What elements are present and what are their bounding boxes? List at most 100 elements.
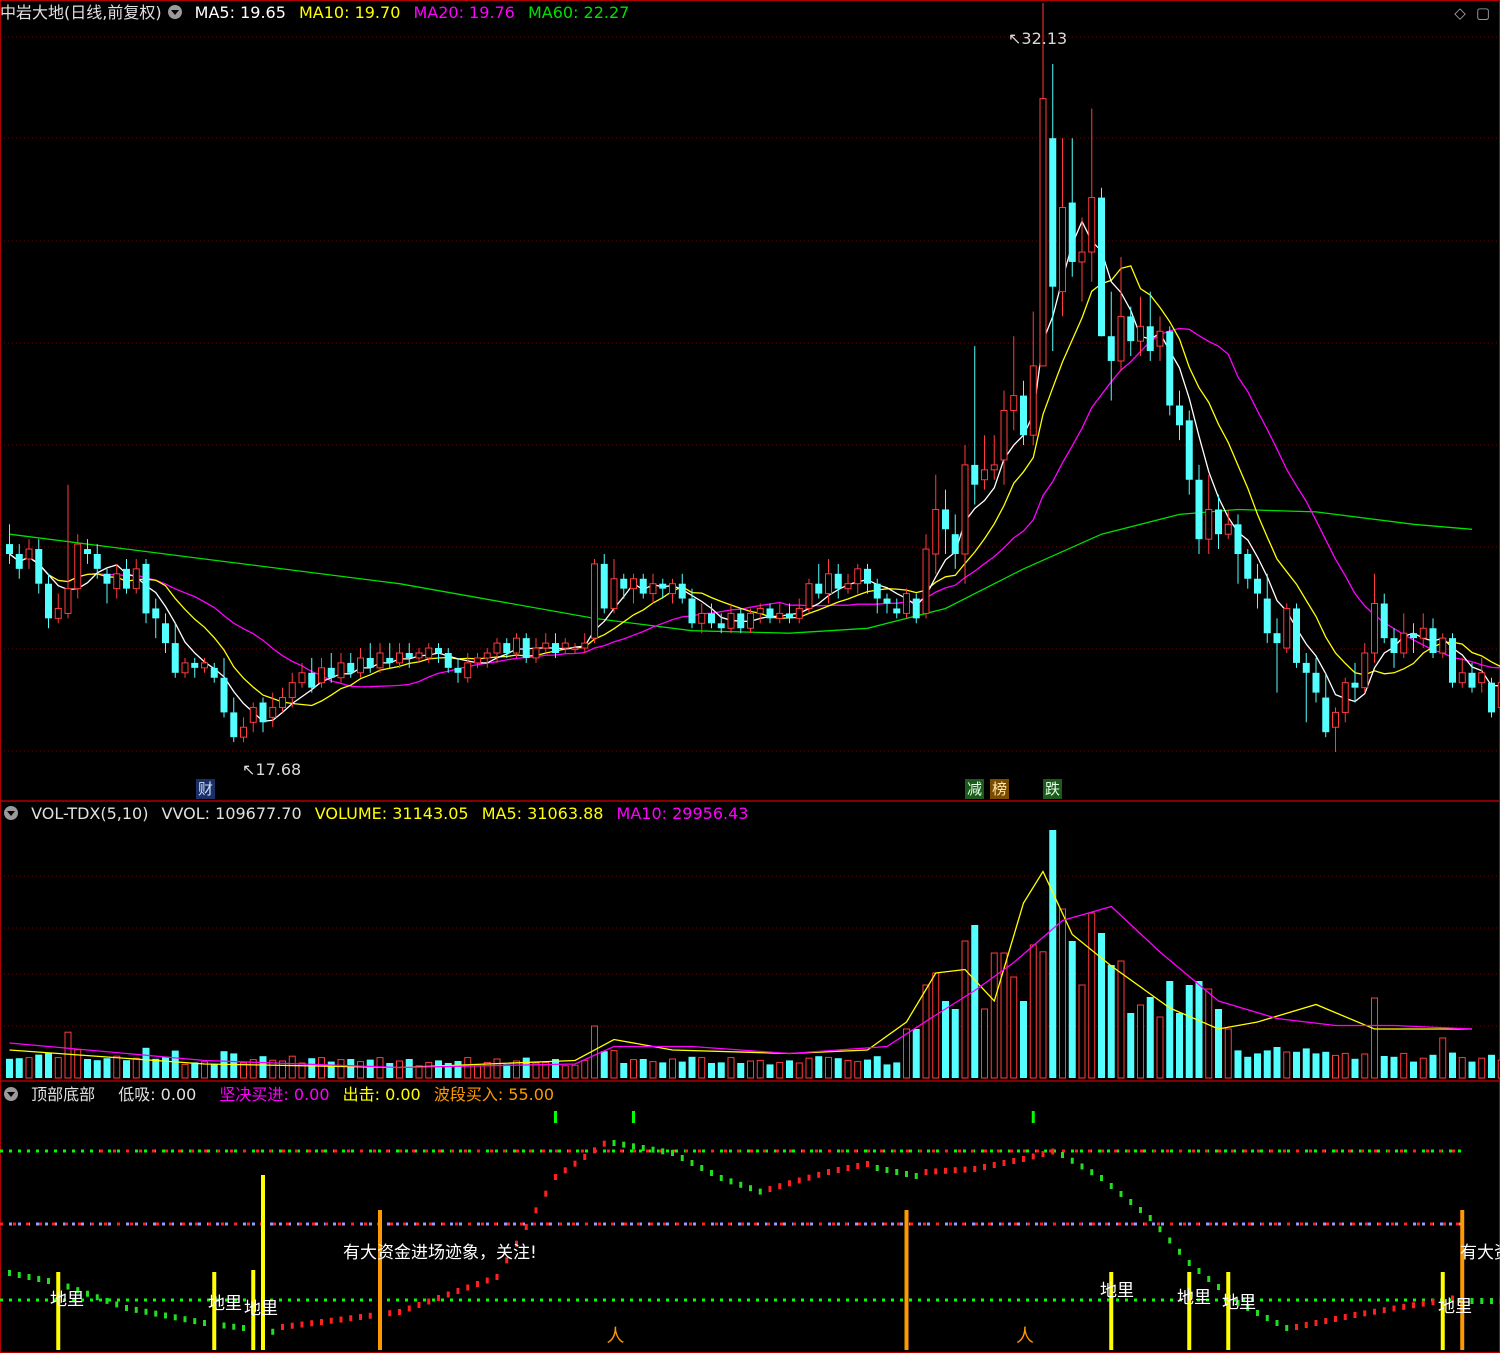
volume-bar-up: [1010, 976, 1018, 1079]
candle-body-down: [6, 544, 13, 554]
volume-bar-down: [123, 1060, 130, 1078]
candle-body-up: [1137, 325, 1144, 342]
volume-bar-down: [1166, 981, 1174, 1078]
volume-bar-down: [1351, 1058, 1359, 1078]
candle-body-down: [123, 568, 130, 589]
volume-bar-up: [337, 1059, 345, 1079]
stock-chart[interactable]: 人人: [0, 0, 1500, 1353]
volume-bar-up: [1059, 908, 1066, 1079]
candle-body-down: [1244, 554, 1252, 579]
tag-jian[interactable]: 减: [965, 779, 985, 799]
candle-body-up: [483, 652, 491, 659]
dropdown-icon[interactable]: [4, 806, 18, 820]
volume-bar-down: [454, 1061, 462, 1078]
volume-bar-up: [1078, 984, 1086, 1079]
candle-body-down: [951, 534, 959, 554]
volume-bar-down: [708, 1063, 715, 1078]
chuji-label: 出击: 0.00: [342, 1085, 421, 1104]
volume-ma5-line: [9, 870, 1472, 1069]
runner-icon: 人: [607, 1326, 625, 1347]
vol-name[interactable]: VOL-TDX(5,10): [31, 804, 148, 823]
vol-ma10-label: MA10: 29956.43: [616, 804, 749, 823]
ma60-label: MA60: 22.27: [527, 3, 630, 22]
volume-bar-down: [405, 1059, 413, 1078]
candle-body-down: [45, 583, 52, 619]
runner-icon: 人: [1016, 1326, 1034, 1347]
volume-bar-up: [425, 1061, 433, 1079]
candle-body-down: [1127, 316, 1135, 342]
candle-body-up: [756, 607, 764, 614]
volume-bar-down: [893, 1062, 901, 1078]
candle-body-up: [464, 662, 472, 679]
candle-body-down: [766, 608, 774, 619]
volume-bar-down: [1068, 941, 1076, 1078]
candle-body-up: [1059, 207, 1066, 293]
volume-bar-down: [103, 1058, 111, 1078]
candle-body-up: [240, 726, 247, 738]
candle-body-up: [922, 548, 930, 614]
candle-body-up: [1078, 251, 1086, 263]
dropdown-icon[interactable]: [4, 1087, 18, 1101]
tag-cai[interactable]: 财: [196, 779, 216, 799]
candle-body-down: [366, 657, 374, 668]
candle-body-down: [678, 583, 686, 599]
volume-bar-up: [113, 1055, 121, 1079]
high-price-label: ↖32.13: [1008, 29, 1068, 48]
candle-body-down: [737, 613, 745, 629]
tag-bang[interactable]: 榜: [990, 779, 1010, 799]
volume-bar-down: [1254, 1053, 1261, 1078]
volume-bar-down: [210, 1064, 218, 1078]
diamond-icon[interactable]: ◇: [1454, 4, 1466, 22]
candle-body-up: [64, 588, 72, 614]
volume-panel-header: VOL-TDX(5,10) VVOL: 109677.70 VOLUME: 31…: [0, 801, 756, 827]
candle-body-down: [893, 608, 901, 614]
volume-bar-down: [1322, 1051, 1330, 1078]
volume-bar-down: [1020, 1001, 1027, 1078]
ma10-label: MA10: 19.70: [298, 3, 401, 22]
candle-body-up: [1224, 523, 1232, 535]
volume-bar-down: [912, 1029, 920, 1078]
volume-bar-up: [1283, 1051, 1291, 1079]
window-icon[interactable]: ▢: [1476, 4, 1490, 22]
candle-body-down: [1049, 138, 1057, 287]
volume-ma10-line: [9, 905, 1473, 1069]
ma5-line: [9, 219, 1500, 722]
candle-body-up: [513, 637, 520, 654]
volume-bar-up: [357, 1061, 364, 1079]
candle-body-down: [1410, 633, 1417, 639]
volume-bar-down: [84, 1059, 91, 1078]
candle-body-down: [1020, 395, 1027, 436]
volume-bar-up: [776, 1061, 784, 1079]
volume-bar-up: [805, 1057, 813, 1079]
candle-body-up: [727, 612, 735, 629]
candle-body-down: [971, 464, 979, 485]
volume-bar-up: [903, 1028, 910, 1079]
volume-bar-down: [873, 1056, 881, 1078]
indicator-name[interactable]: 顶部底部: [31, 1085, 95, 1104]
volume-bar-up: [1458, 1057, 1466, 1079]
candle-body-down: [522, 638, 530, 658]
vol-ma5-label: MA5: 31063.88: [481, 804, 604, 823]
stock-title[interactable]: 中岩大地(日线,前复权): [0, 3, 162, 22]
candle-body-down: [883, 598, 891, 604]
candle-body-up: [1000, 409, 1008, 461]
dropdown-icon[interactable]: [167, 5, 182, 19]
volume-bar-down: [1273, 1047, 1281, 1078]
volume-bar-down: [737, 1063, 745, 1078]
ma20-label: MA20: 19.76: [413, 3, 515, 22]
candle-body-up: [493, 642, 501, 654]
candle-body-up: [981, 469, 988, 481]
volume-bar-up: [1117, 960, 1125, 1079]
candle-body-down: [639, 578, 647, 594]
volume-bar-up: [132, 1057, 140, 1079]
volume-bar-up: [854, 1061, 862, 1079]
volume-bar-up: [464, 1057, 472, 1079]
candle-body-up: [591, 563, 598, 639]
dixi-label: 低吸: 0.00: [118, 1085, 197, 1104]
tag-die[interactable]: 跌: [1043, 779, 1063, 799]
candle-body-up: [747, 612, 754, 629]
candle-body-up: [25, 548, 33, 560]
volume-bar-down: [327, 1061, 335, 1078]
volume-bar-up: [25, 1057, 33, 1079]
volume-bar-down: [834, 1058, 842, 1078]
